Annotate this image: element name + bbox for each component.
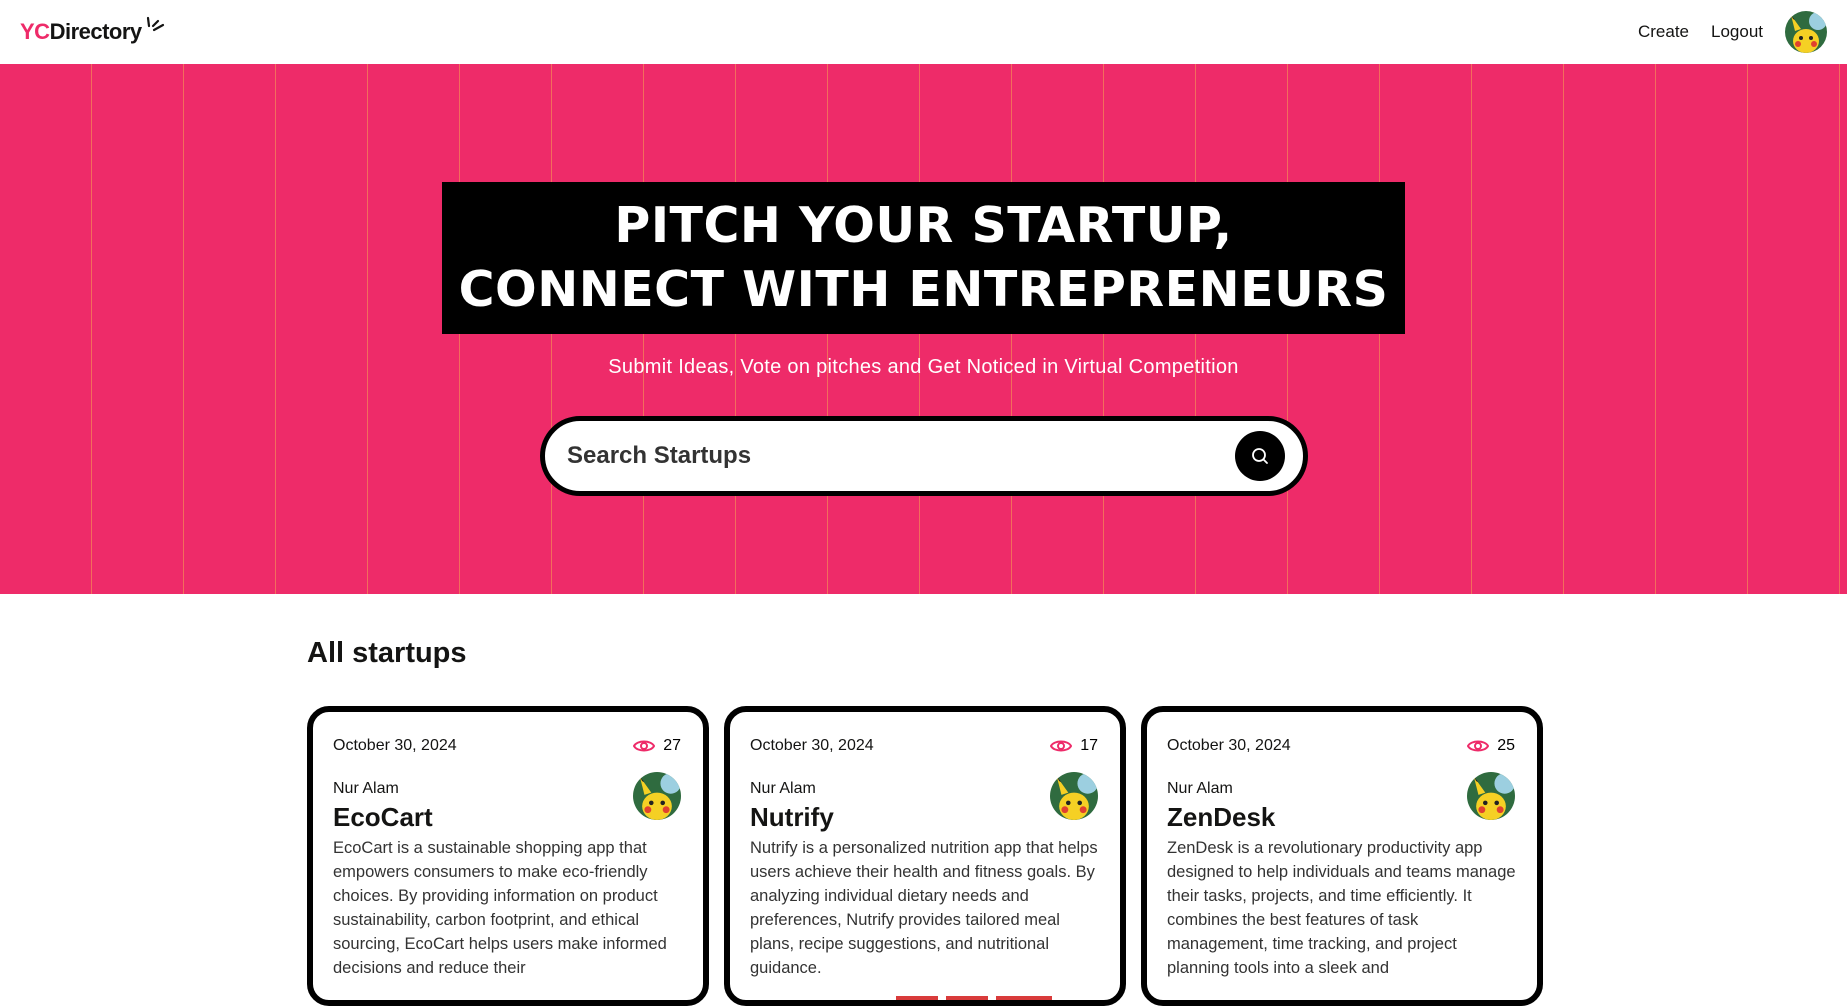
views-number: 25 bbox=[1497, 737, 1515, 754]
eye-icon bbox=[1050, 740, 1073, 752]
card-date: October 30, 2024 bbox=[750, 737, 874, 754]
eye-icon bbox=[633, 740, 656, 752]
pikachu-avatar-icon bbox=[1785, 11, 1827, 53]
create-link[interactable]: Create bbox=[1638, 22, 1689, 42]
logo-directory: Directory bbox=[49, 19, 143, 44]
search-form bbox=[540, 416, 1308, 496]
card-author[interactable]: Nur Alam bbox=[333, 780, 433, 798]
logo[interactable]: YC Directory bbox=[20, 16, 166, 45]
card-description: ZenDesk is a revolutionary productivity … bbox=[1167, 839, 1516, 977]
user-avatar[interactable] bbox=[1785, 11, 1827, 53]
views-number: 17 bbox=[1080, 737, 1098, 754]
hero-title-line1: PITCH YOUR STARTUP, bbox=[614, 197, 1233, 254]
hero-section: PITCH YOUR STARTUP, CONNECT WITH ENTREPR… bbox=[0, 64, 1847, 594]
card-title[interactable]: EcoCart bbox=[333, 802, 433, 833]
card-image-edge bbox=[996, 996, 1052, 1000]
author-avatar[interactable] bbox=[633, 772, 681, 820]
card-author[interactable]: Nur Alam bbox=[1167, 780, 1275, 798]
pikachu-avatar-icon bbox=[1467, 772, 1515, 820]
card-image-edge bbox=[946, 996, 988, 1000]
pikachu-avatar-icon bbox=[633, 772, 681, 820]
logout-link[interactable]: Logout bbox=[1711, 22, 1763, 42]
card-description: EcoCart is a sustainable shopping app th… bbox=[333, 839, 667, 977]
views-count: 27 bbox=[633, 737, 681, 755]
views-count: 17 bbox=[1050, 737, 1098, 755]
logo-spark-icon bbox=[146, 16, 164, 32]
hero-subtitle: Submit Ideas, Vote on pitches and Get No… bbox=[608, 356, 1239, 378]
startup-card[interactable]: October 30, 2024 27 Nur Alam EcoCart Eco… bbox=[307, 706, 709, 1006]
pikachu-avatar-icon bbox=[1050, 772, 1098, 820]
card-image-edge bbox=[896, 996, 938, 1000]
author-avatar[interactable] bbox=[1467, 772, 1515, 820]
section-title: All startups bbox=[307, 637, 467, 669]
card-title[interactable]: Nutrify bbox=[750, 802, 834, 833]
hero-title: PITCH YOUR STARTUP, CONNECT WITH ENTREPR… bbox=[442, 182, 1405, 334]
startup-card[interactable]: October 30, 2024 25 Nur Alam ZenDesk Zen… bbox=[1141, 706, 1543, 1006]
card-title[interactable]: ZenDesk bbox=[1167, 802, 1275, 833]
card-date: October 30, 2024 bbox=[333, 737, 457, 754]
views-number: 27 bbox=[663, 737, 681, 754]
hero-title-line2: CONNECT WITH ENTREPRENEURS bbox=[458, 261, 1389, 318]
logo-yc: YC bbox=[20, 19, 50, 44]
card-date: October 30, 2024 bbox=[1167, 737, 1291, 754]
views-count: 25 bbox=[1467, 737, 1515, 755]
nav-actions: Create Logout bbox=[1638, 11, 1827, 53]
search-button[interactable] bbox=[1235, 431, 1285, 481]
eye-icon bbox=[1467, 740, 1490, 752]
author-avatar[interactable] bbox=[1050, 772, 1098, 820]
startup-card[interactable]: October 30, 2024 17 Nur Alam Nutrify Nut… bbox=[724, 706, 1126, 1006]
card-author[interactable]: Nur Alam bbox=[750, 780, 834, 798]
navbar: YC Directory Create Logout bbox=[0, 0, 1847, 64]
card-description: Nutrify is a personalized nutrition app … bbox=[750, 839, 1098, 977]
search-icon bbox=[1252, 448, 1268, 464]
search-input[interactable] bbox=[567, 442, 1235, 470]
